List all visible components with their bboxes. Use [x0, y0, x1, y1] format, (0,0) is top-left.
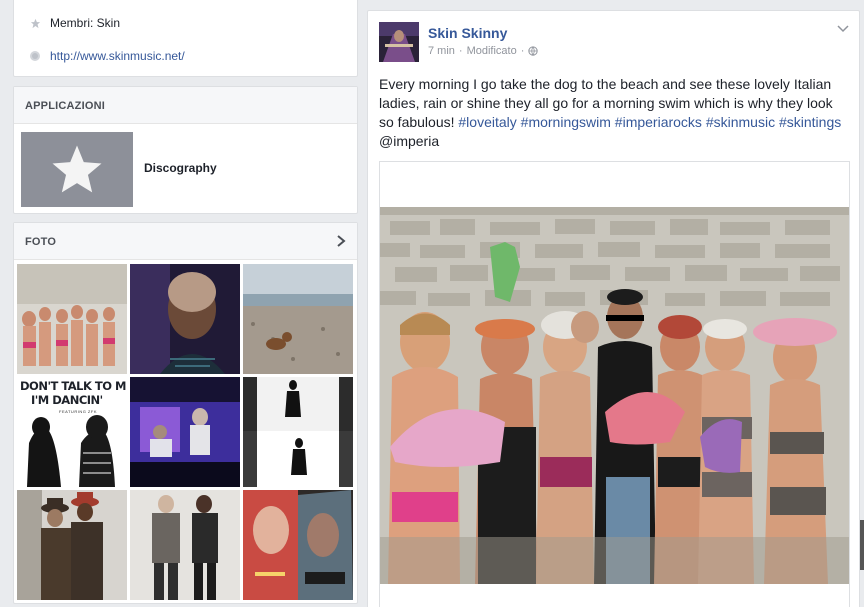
photo-thumb[interactable] — [130, 490, 240, 600]
globe-icon[interactable] — [528, 46, 539, 56]
photo-thumb[interactable] — [243, 377, 353, 487]
globe-icon — [28, 49, 42, 63]
photo-thumb[interactable] — [17, 264, 127, 374]
post-text: Every morning I go take the dog to the b… — [379, 75, 849, 151]
scrollbar[interactable] — [860, 520, 864, 570]
photo-thumb[interactable] — [243, 264, 353, 374]
hashtag[interactable]: #skintings — [779, 114, 841, 130]
hashtag[interactable]: #imperiarocks — [615, 114, 702, 130]
meta-separator-2: · — [520, 45, 525, 57]
post-card: Skin Skinny 7 min · Modificato · Every m… — [367, 10, 860, 607]
cover-title-line1: DON'T TALK TO ME — [20, 379, 127, 393]
discography-link[interactable]: Discography — [144, 161, 217, 175]
chevron-down-icon[interactable] — [837, 25, 849, 33]
photo-grid: DON'T TALK TO ME I'M DANCIN' FEATURING Z… — [17, 264, 354, 600]
photo-thumb[interactable] — [130, 377, 240, 487]
website-row[interactable]: http://www.skinmusic.net/ — [28, 49, 185, 63]
star-icon — [28, 16, 42, 30]
hashtag[interactable]: #morningswim — [521, 114, 611, 130]
website-link[interactable]: http://www.skinmusic.net/ — [50, 49, 185, 63]
members-text: Membri: Skin — [50, 16, 121, 30]
post-meta: 7 min · Modificato · — [428, 45, 539, 57]
author-avatar[interactable] — [379, 22, 419, 62]
hashtag[interactable]: #skinmusic — [706, 114, 775, 130]
chevron-right-icon[interactable] — [335, 234, 347, 248]
cover-title-line2: I'M DANCIN' — [31, 393, 103, 407]
photo-thumb[interactable] — [130, 264, 240, 374]
hashtag[interactable]: #loveitaly — [458, 114, 516, 130]
discography-thumb[interactable] — [21, 132, 133, 207]
post-image-frame — [379, 161, 850, 607]
photos-card: FOTO DON'T TALK TO ME I'M DANCIN' FEATUR… — [13, 222, 358, 604]
photo-thumb[interactable] — [243, 490, 353, 600]
photo-thumb[interactable] — [17, 490, 127, 600]
edited-label[interactable]: Modificato — [467, 45, 517, 57]
applications-card: APPLICAZIONI Discography — [13, 86, 358, 214]
photos-title: FOTO — [25, 236, 57, 248]
author-name[interactable]: Skin Skinny — [428, 25, 507, 41]
meta-separator: · — [458, 45, 463, 57]
post-image[interactable] — [380, 207, 849, 584]
photos-header[interactable]: FOTO — [14, 223, 357, 260]
post-time[interactable]: 7 min — [428, 45, 455, 57]
star-icon — [52, 145, 102, 192]
applications-title: APPLICAZIONI — [25, 100, 106, 112]
members-row: Membri: Skin — [28, 16, 120, 30]
mention[interactable]: @imperia — [379, 133, 439, 149]
about-card: Membri: Skin http://www.skinmusic.net/ — [13, 0, 358, 77]
applications-header: APPLICAZIONI — [14, 87, 357, 124]
photo-thumb[interactable]: DON'T TALK TO ME I'M DANCIN' FEATURING Z… — [17, 377, 127, 487]
